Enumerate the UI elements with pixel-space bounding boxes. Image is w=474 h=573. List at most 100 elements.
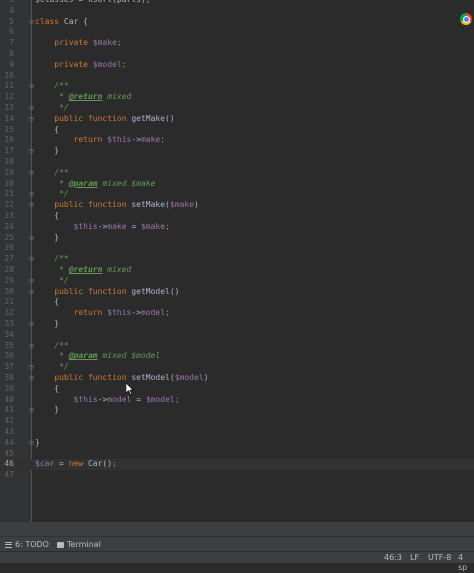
- fold-marker-icon[interactable]: ⊟: [28, 233, 35, 244]
- fold-marker-icon[interactable]: ⊟: [28, 319, 35, 330]
- fold-marker-icon[interactable]: ⊟: [28, 114, 35, 125]
- fold-marker-icon[interactable]: ⊟: [28, 168, 35, 179]
- code-line[interactable]: 42: [0, 416, 474, 427]
- code-line[interactable]: 19 ⊟ /**: [0, 168, 474, 179]
- fold-marker-icon[interactable]: ⊟: [28, 276, 35, 287]
- code-line[interactable]: 6: [0, 27, 474, 38]
- code-line[interactable]: 26: [0, 243, 474, 254]
- code-text: $this->make = $make;: [35, 222, 170, 233]
- fold-marker-icon[interactable]: ⊟: [28, 254, 35, 265]
- code-token: Car(): [87, 459, 113, 469]
- fold-marker-icon[interactable]: ⊟: [28, 200, 35, 211]
- tool-window-bar: 6: TODO Terminal: [0, 536, 474, 552]
- code-line[interactable]: 24 $this->make = $make;: [0, 222, 474, 233]
- code-line[interactable]: 21 ⊟ */: [0, 189, 474, 200]
- code-text: }: [35, 146, 59, 157]
- code-line[interactable]: 46 $car = new Car();: [0, 459, 474, 471]
- code-token: */: [35, 189, 69, 199]
- line-number: 46: [4, 459, 14, 469]
- fold-marker-icon[interactable]: ⊟: [28, 17, 35, 28]
- code-line[interactable]: 31 {: [0, 297, 474, 308]
- indent-setting[interactable]: 4 sp: [458, 553, 474, 573]
- code-line[interactable]: 32 return $this->model;: [0, 308, 474, 319]
- todo-tool-button[interactable]: 6: TODO: [5, 540, 49, 550]
- code-line[interactable]: 33 ⊟ }: [0, 319, 474, 330]
- code-token: $model: [92, 59, 122, 69]
- code-line[interactable]: 17 ⊟ }: [0, 146, 474, 157]
- code-token: {: [35, 383, 60, 393]
- code-line[interactable]: 43: [0, 427, 474, 438]
- code-line[interactable]: 45: [0, 449, 474, 460]
- code-line[interactable]: 27 ⊟ /**: [0, 254, 474, 265]
- fold-marker-icon[interactable]: ⊟: [28, 287, 35, 298]
- fold-marker-icon[interactable]: ⊟: [28, 103, 35, 114]
- code-line[interactable]: 11 ⊟ /**: [0, 81, 474, 92]
- code-token: ->: [131, 135, 141, 145]
- fold-marker-icon[interactable]: ⊟: [28, 362, 35, 373]
- code-token: make: [107, 221, 127, 231]
- code-line[interactable]: 8: [0, 49, 474, 60]
- code-text: * @param mixed $model: [35, 351, 160, 362]
- code-line[interactable]: 18: [0, 157, 474, 168]
- line-number: 30: [4, 286, 14, 296]
- code-token: private: [54, 59, 93, 69]
- terminal-tool-button[interactable]: Terminal: [57, 540, 101, 550]
- code-line[interactable]: 44 ⊟}: [0, 438, 474, 449]
- code-line[interactable]: 30 ⊟ public function getModel(): [0, 287, 474, 298]
- code-token: public function: [54, 200, 132, 210]
- fold-marker-icon[interactable]: ⊟: [28, 373, 35, 384]
- code-line[interactable]: 23 {: [0, 211, 474, 222]
- todo-label: 6: TODO: [15, 540, 49, 549]
- code-token: $make: [140, 221, 166, 231]
- code-line[interactable]: 47: [0, 470, 474, 481]
- code-line[interactable]: 4: [0, 6, 474, 17]
- fold-marker-icon[interactable]: ⊟: [28, 438, 35, 449]
- fold-marker-icon[interactable]: ⊟: [28, 146, 35, 157]
- code-line[interactable]: 12 * @return mixed: [0, 92, 474, 103]
- code-line[interactable]: 35 ⊟ /**: [0, 341, 474, 352]
- code-line[interactable]: 7 private $make;: [0, 38, 474, 49]
- code-line[interactable]: 41 ⊟ }: [0, 405, 474, 416]
- fold-marker-icon[interactable]: ⊟: [28, 341, 35, 352]
- line-number: 17: [4, 146, 14, 156]
- fold-marker-icon[interactable]: ⊟: [28, 405, 35, 416]
- code-token: ;: [112, 459, 117, 469]
- fold-marker-icon[interactable]: ⊟: [28, 81, 35, 92]
- code-text: public function getModel(): [35, 287, 179, 298]
- line-number: 33: [4, 319, 14, 328]
- code-text: */: [35, 362, 69, 373]
- fold-marker-icon[interactable]: ⊟: [28, 189, 35, 200]
- code-line[interactable]: 38 ⊟ public function setModel($model): [0, 373, 474, 384]
- code-token: $make: [92, 38, 117, 48]
- line-number: 47: [4, 470, 14, 480]
- code-line[interactable]: 40 $this->model = $model;: [0, 395, 474, 406]
- code-line[interactable]: 15 {: [0, 125, 474, 136]
- code-line[interactable]: 20 * @param mixed $make: [0, 179, 474, 190]
- code-line[interactable]: 5 ⊟ class Car {: [0, 17, 474, 28]
- code-editor[interactable]: 3$classes = ksort(parts);45⊟class Car {6…: [0, 0, 474, 522]
- terminal-label: Terminal: [67, 540, 101, 549]
- code-line[interactable]: 22 ⊟ public function setMake($make): [0, 200, 474, 211]
- code-text: class Car {: [35, 17, 88, 28]
- code-line[interactable]: 25 ⊟ }: [0, 233, 474, 244]
- code-line[interactable]: 16 return $this->make;: [0, 135, 474, 146]
- chrome-icon[interactable]: [460, 13, 472, 25]
- code-line[interactable]: 37 ⊟ */: [0, 362, 474, 373]
- code-line[interactable]: 14 ⊟ public function getMake(): [0, 114, 474, 125]
- code-token: */: [35, 103, 69, 112]
- code-line[interactable]: 9 private $model;: [0, 60, 474, 71]
- code-line[interactable]: 36 * @param mixed $model: [0, 351, 474, 362]
- code-line[interactable]: 39 {: [0, 384, 474, 395]
- code-line[interactable]: 10: [0, 71, 474, 82]
- line-number: 14: [4, 113, 14, 123]
- code-line[interactable]: 34: [0, 330, 474, 341]
- code-text: }: [35, 233, 59, 244]
- code-text: $car = new Car();: [35, 459, 117, 470]
- line-number: 34: [4, 329, 14, 339]
- code-line[interactable]: 29 ⊟ */: [0, 276, 474, 287]
- code-token: mixed $make: [97, 178, 156, 188]
- code-line[interactable]: 28 * @return mixed: [0, 265, 474, 276]
- code-line[interactable]: 13 ⊟ */: [0, 103, 474, 114]
- line-number: 7: [9, 38, 14, 48]
